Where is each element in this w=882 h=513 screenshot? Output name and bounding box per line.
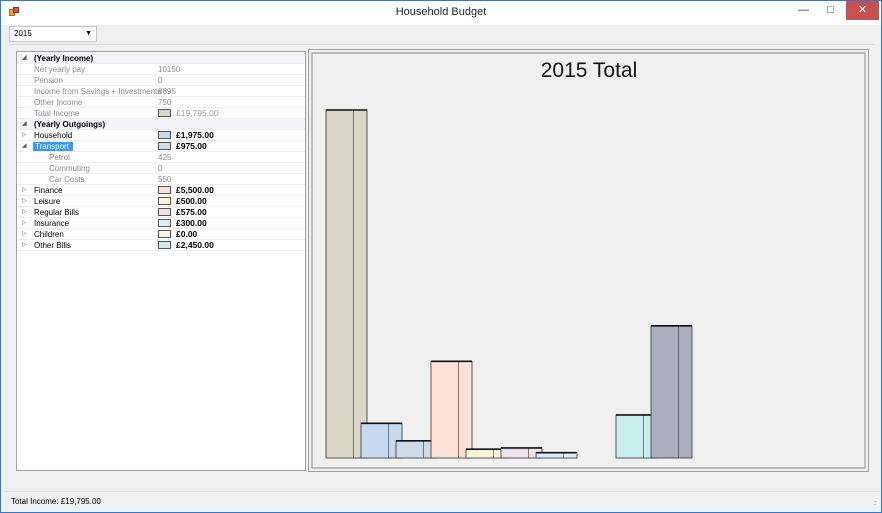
color-swatch[interactable] [158,197,171,205]
window-title: Household Budget [395,6,487,18]
status-divider [4,491,880,492]
color-swatch[interactable] [158,230,171,238]
color-swatch[interactable] [158,131,171,139]
year-dropdown[interactable]: 2015 ▼ [9,26,97,42]
chart-bar [650,324,693,459]
toolbar-divider [9,44,875,45]
resize-grip-icon[interactable]: .:: [873,500,877,507]
close-button[interactable]: ✕ [846,1,879,20]
tree-row-income-item[interactable]: Income from Savings + Investments 8895 [17,86,305,97]
app-window: Household Budget — □ ✕ 2015 ▼ ◢ (Yearly … [0,0,882,513]
chart-title: 2015 Total [541,59,638,82]
color-swatch[interactable] [158,109,171,117]
tree-row-finance[interactable]: ▷ Finance £5,500.00 [17,185,305,196]
maximize-button[interactable]: □ [817,1,844,20]
tree-row-children[interactable]: ▷ Children £0.00 [17,229,305,240]
chart-bar [535,451,578,459]
expand-icon[interactable]: ▷ [22,219,27,226]
collapse-icon[interactable]: ◢ [22,142,27,149]
tree-row-total-income[interactable]: Total Income £19,795.00 [17,108,305,119]
tree-row-income-item[interactable]: Net yearly pay 10150 [17,64,305,75]
expand-icon[interactable]: ▷ [22,131,27,138]
tree-row-household[interactable]: ▷ Household £1,975.00 [17,130,305,141]
tree-row-insurance[interactable]: ▷ Insurance £300.00 [17,218,305,229]
tree-row-transport-item[interactable]: Commuting 0 [17,163,305,174]
year-dropdown-value: 2015 [14,29,32,38]
minimize-button[interactable]: — [790,1,817,20]
tree-row-other-bills[interactable]: ▷ Other Bills £2,450.00 [17,240,305,251]
chart-panel: 2015 Total [308,49,869,472]
tree-row-transport[interactable]: ◢ Transport £975.00 [17,141,305,152]
collapse-icon[interactable]: ◢ [22,120,27,127]
color-swatch[interactable] [158,208,171,216]
tree-row-income-item[interactable]: Pension 0 [17,75,305,86]
color-swatch[interactable] [158,219,171,227]
tree-row-income-item[interactable]: Other Income 750 [17,97,305,108]
chevron-down-icon: ▼ [85,30,92,37]
expand-icon[interactable]: ▷ [22,230,27,237]
selected-label[interactable]: Transport [33,142,73,151]
tree-row-regular-bills[interactable]: ▷ Regular Bills £575.00 [17,207,305,218]
budget-tree[interactable]: ◢ (Yearly Income) Net yearly pay 10150 P… [16,51,306,471]
color-swatch[interactable] [158,142,171,150]
tree-row-income-header[interactable]: ◢ (Yearly Income) [17,53,305,64]
status-text: Total Income: £19,795.00 [11,497,101,506]
expand-icon[interactable]: ▷ [22,241,27,248]
expand-icon[interactable]: ▷ [22,186,27,193]
tree-row-outgoings-header[interactable]: ◢ (Yearly Outgoings) [17,119,305,130]
chart-bar [325,109,368,459]
bar-chart: 2015 Total [311,52,866,469]
chart-bar [430,360,473,459]
color-swatch[interactable] [158,186,171,194]
tree-row-leisure[interactable]: ▷ Leisure £500.00 [17,196,305,207]
color-swatch[interactable] [158,241,171,249]
collapse-icon[interactable]: ◢ [22,54,27,61]
expand-icon[interactable]: ▷ [22,197,27,204]
title-bar[interactable]: Household Budget — □ ✕ [1,1,881,25]
tree-row-transport-item[interactable]: Petrol 425 [17,152,305,163]
expand-icon[interactable]: ▷ [22,208,27,215]
tree-row-transport-item[interactable]: Car Costs 550 [17,174,305,185]
